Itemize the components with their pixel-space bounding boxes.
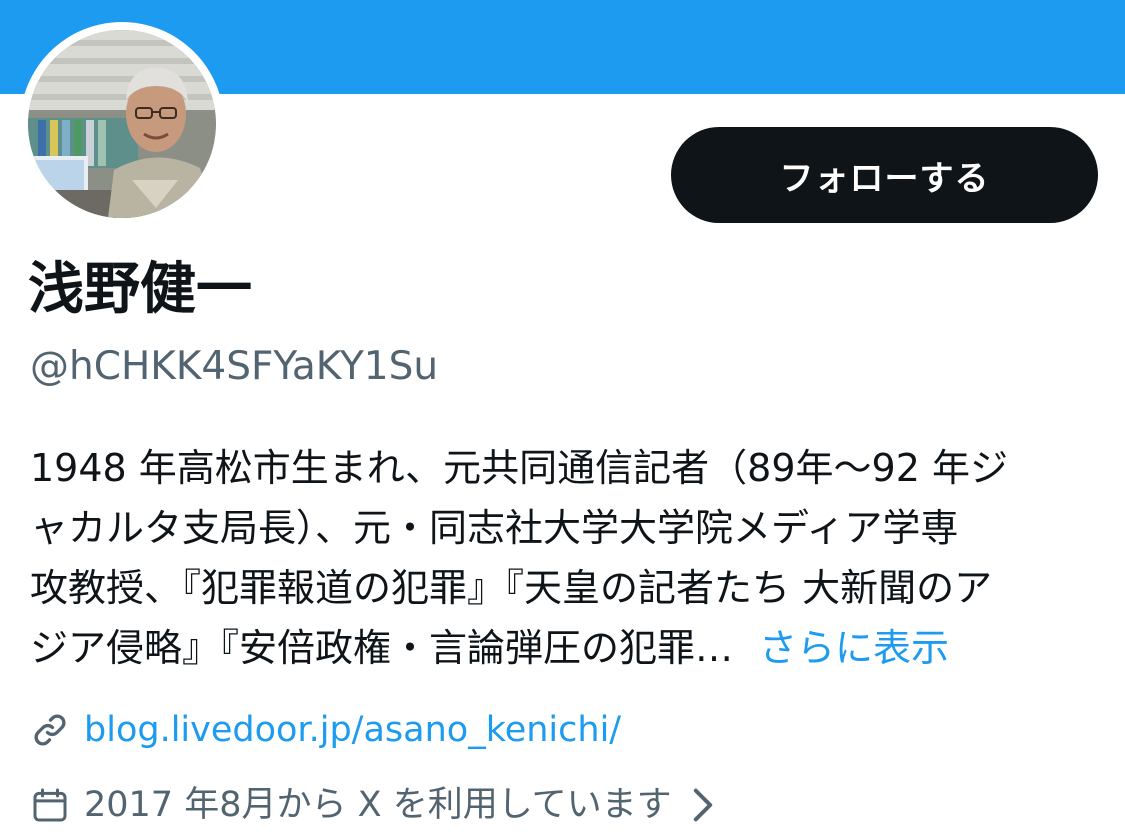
link-icon bbox=[30, 710, 70, 750]
bio-line-text: ジア侵略』『安倍政権・言論弾圧の犯罪… bbox=[30, 626, 734, 670]
follow-button[interactable]: フォローする bbox=[671, 127, 1098, 223]
show-more-link[interactable]: さらに表示 bbox=[759, 626, 949, 670]
website-row: blog.livedoor.jp/asano_kenichi/ bbox=[30, 707, 621, 753]
chevron-right-icon[interactable] bbox=[692, 787, 714, 823]
user-handle: @hCHKK4SFYaKY1Su bbox=[30, 344, 439, 389]
bio-line: 攻教授、『犯罪報道の犯罪』『天皇の記者たち 大新聞のア bbox=[30, 566, 993, 610]
website-link[interactable]: blog.livedoor.jp/asano_kenichi/ bbox=[84, 707, 621, 753]
joined-date: 2017 年8月から X を利用しています bbox=[84, 785, 672, 825]
display-name: 浅野健一 bbox=[28, 257, 252, 322]
profile-bio: 1948 年高松市生まれ、元共同通信記者（89年〜92 年ジ ャカルタ支局長）、… bbox=[30, 438, 1100, 678]
bio-line-last: ジア侵略』『安倍政権・言論弾圧の犯罪… さらに表示 bbox=[30, 618, 1100, 678]
bio-line: 1948 年高松市生まれ、元共同通信記者（89年〜92 年ジ bbox=[30, 446, 1008, 490]
profile-page: フォローする 浅野健一 @hCHKK4SFYaKY1Su 1948 年高松市生ま… bbox=[0, 0, 1125, 835]
bio-line: ャカルタ支局長）、元・同志社大学大学院メディア学専 bbox=[30, 506, 959, 550]
joined-row[interactable]: 2017 年8月から X を利用しています bbox=[30, 782, 714, 828]
avatar[interactable] bbox=[28, 30, 216, 218]
calendar-icon bbox=[30, 785, 70, 825]
avatar-photo bbox=[28, 30, 216, 218]
